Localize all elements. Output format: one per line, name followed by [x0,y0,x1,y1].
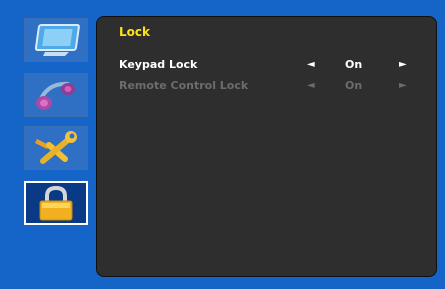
tools-icon [35,131,77,164]
audio-icon [36,81,75,110]
monitor-icon [34,24,80,56]
right-arrow-icon: ► [399,80,407,91]
settings-panel: Lock Keypad Lock ◄ On ► Remote Control L… [96,16,437,277]
sidebar-item-lock[interactable] [24,181,88,225]
row-label: Keypad Lock [119,58,198,71]
sidebar-item-display[interactable] [24,18,88,62]
left-arrow-icon[interactable]: ◄ [307,59,315,70]
panel-title: Lock [119,25,150,39]
sidebar-item-setup[interactable] [24,126,88,170]
lock-icon [39,185,73,221]
menu-row-remote-control-lock: Remote Control Lock ◄ On ► [119,79,414,93]
left-arrow-icon: ◄ [307,80,315,91]
row-value: On [345,79,363,92]
menu-row-keypad-lock[interactable]: Keypad Lock ◄ On ► [119,58,414,72]
row-value: On [345,58,363,71]
right-arrow-icon[interactable]: ► [399,59,407,70]
sidebar-item-audio[interactable] [24,73,88,117]
row-label: Remote Control Lock [119,79,249,92]
